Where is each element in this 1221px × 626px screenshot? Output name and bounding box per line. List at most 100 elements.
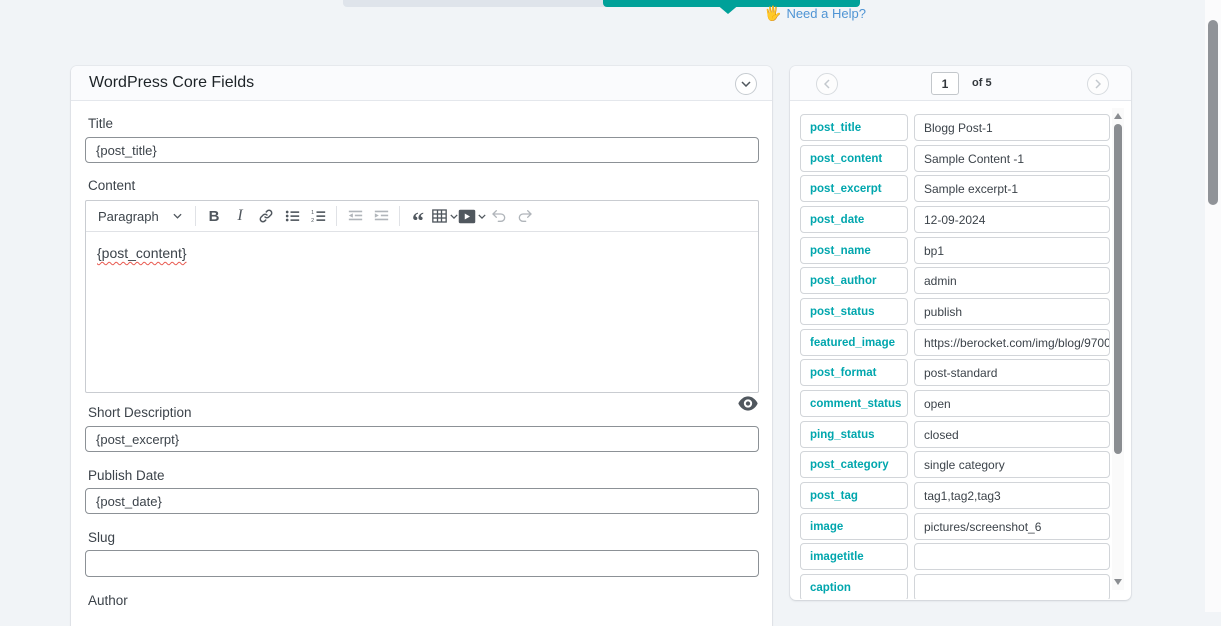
source-field-chip[interactable]: post_format <box>800 359 908 386</box>
undo-button[interactable] <box>486 204 512 228</box>
redo-button[interactable] <box>512 204 538 228</box>
toolbar-divider <box>195 206 196 226</box>
table-row: ping_status closed <box>790 421 1131 448</box>
source-field-value: Blogg Post-1 <box>914 114 1110 141</box>
table-row: post_tag tag1,tag2,tag3 <box>790 482 1131 509</box>
table-row: imagetitle <box>790 543 1131 570</box>
hand-icon: 🖐 <box>764 5 781 22</box>
next-page-button[interactable] <box>1087 73 1109 95</box>
left-panel-header: WordPress Core Fields <box>71 66 772 101</box>
source-field-value: single category <box>914 451 1110 478</box>
table-row: post_title Blogg Post-1 <box>790 114 1131 141</box>
source-field-chip[interactable]: post_author <box>800 267 908 294</box>
table-row: post_date 12-09-2024 <box>790 206 1131 233</box>
content-editor: Paragraph B I 1 2 <box>85 200 759 393</box>
chevron-down-icon <box>741 81 751 87</box>
progress-pointer-icon <box>715 3 741 14</box>
publish-date-input[interactable] <box>85 488 759 514</box>
source-field-chip[interactable]: post_date <box>800 206 908 233</box>
outdent-icon <box>347 208 364 224</box>
need-help-label: Need a Help? <box>786 6 866 21</box>
page-number-input[interactable] <box>931 72 959 95</box>
table-row: post_category single category <box>790 451 1131 478</box>
source-field-chip[interactable]: ping_status <box>800 421 908 448</box>
blockquote-button[interactable]: “ <box>405 204 431 228</box>
paragraph-dropdown[interactable]: Paragraph <box>90 209 190 224</box>
indent-button[interactable] <box>368 204 394 228</box>
table-row: post_status publish <box>790 298 1131 325</box>
chevron-down-icon <box>478 214 486 219</box>
editor-toolbar: Paragraph B I 1 2 <box>86 201 758 232</box>
media-icon <box>458 209 476 224</box>
scrollbar-thumb[interactable] <box>1114 124 1122 454</box>
paragraph-dropdown-label: Paragraph <box>98 209 159 224</box>
browser-scrollbar-thumb[interactable] <box>1208 20 1218 205</box>
source-field-value: https://berocket.com/img/blog/97001e <box>914 329 1110 356</box>
svg-text:1: 1 <box>311 210 314 216</box>
source-field-chip[interactable]: post_excerpt <box>800 175 908 202</box>
slug-label: Slug <box>88 530 115 545</box>
svg-text:2: 2 <box>311 218 314 224</box>
toolbar-divider <box>336 206 337 226</box>
source-field-chip[interactable]: post_tag <box>800 482 908 509</box>
outdent-button[interactable] <box>342 204 368 228</box>
chevron-down-icon <box>450 214 458 219</box>
short-description-label: Short Description <box>88 405 192 420</box>
source-field-value: 12-09-2024 <box>914 206 1110 233</box>
source-field-chip[interactable]: image <box>800 513 908 540</box>
table-button[interactable] <box>431 204 458 228</box>
table-row: image pictures/screenshot_6 <box>790 513 1131 540</box>
table-icon <box>431 208 448 224</box>
field-rows-list: post_title Blogg Post-1 post_content Sam… <box>790 102 1131 599</box>
bold-button[interactable]: B <box>201 204 227 228</box>
source-field-chip[interactable]: post_name <box>800 237 908 264</box>
source-field-value: open <box>914 390 1110 417</box>
source-field-chip[interactable]: comment_status <box>800 390 908 417</box>
slug-input[interactable] <box>85 550 759 577</box>
link-button[interactable] <box>253 204 279 228</box>
need-help-link[interactable]: 🖐 Need a Help? <box>764 5 866 22</box>
undo-icon <box>491 209 507 223</box>
browser-scrollbar[interactable] <box>1205 0 1221 612</box>
preview-eye-icon[interactable] <box>738 396 758 411</box>
source-field-chip[interactable]: post_title <box>800 114 908 141</box>
scroll-down-arrow-icon[interactable] <box>1114 579 1122 585</box>
chevron-left-icon <box>824 79 830 89</box>
italic-button[interactable]: I <box>227 204 253 228</box>
source-field-chip[interactable]: post_status <box>800 298 908 325</box>
bullet-list-button[interactable] <box>279 204 305 228</box>
media-embed-button[interactable] <box>458 204 486 228</box>
source-data-panel: of 5 post_title Blogg Post-1 post_conten… <box>790 66 1131 600</box>
publish-date-label: Publish Date <box>88 468 165 483</box>
table-row: post_content Sample Content -1 <box>790 145 1131 172</box>
panel-scrollbar[interactable] <box>1112 108 1124 590</box>
table-row: post_name bp1 <box>790 237 1131 264</box>
source-field-value: Sample excerpt-1 <box>914 175 1110 202</box>
numbered-list-button[interactable]: 1 2 <box>305 204 331 228</box>
bullet-list-icon <box>284 208 301 224</box>
panel-title: WordPress Core Fields <box>89 66 254 100</box>
title-label: Title <box>88 116 113 131</box>
scroll-up-arrow-icon[interactable] <box>1114 113 1122 119</box>
table-row: post_author admin <box>790 267 1131 294</box>
title-input[interactable] <box>85 137 759 163</box>
indent-icon <box>373 208 390 224</box>
source-field-chip[interactable]: post_category <box>800 451 908 478</box>
source-field-chip[interactable]: caption <box>800 574 908 599</box>
collapse-panel-button[interactable] <box>735 73 757 95</box>
table-row: comment_status open <box>790 390 1131 417</box>
source-field-chip[interactable]: imagetitle <box>800 543 908 570</box>
source-field-chip[interactable]: featured_image <box>800 329 908 356</box>
source-field-chip[interactable]: post_content <box>800 145 908 172</box>
content-editor-textarea[interactable]: {post_content} <box>86 232 758 392</box>
chevron-right-icon <box>1095 79 1101 89</box>
link-icon <box>258 208 274 224</box>
source-field-value: closed <box>914 421 1110 448</box>
wordpress-core-fields-panel: WordPress Core Fields Title Content Para… <box>71 66 772 626</box>
source-field-value: Sample Content -1 <box>914 145 1110 172</box>
short-description-input[interactable] <box>85 426 759 452</box>
source-field-value: pictures/screenshot_6 <box>914 513 1110 540</box>
prev-page-button[interactable] <box>816 73 838 95</box>
author-label: Author <box>88 593 128 608</box>
table-row: featured_image https://berocket.com/img/… <box>790 329 1131 356</box>
